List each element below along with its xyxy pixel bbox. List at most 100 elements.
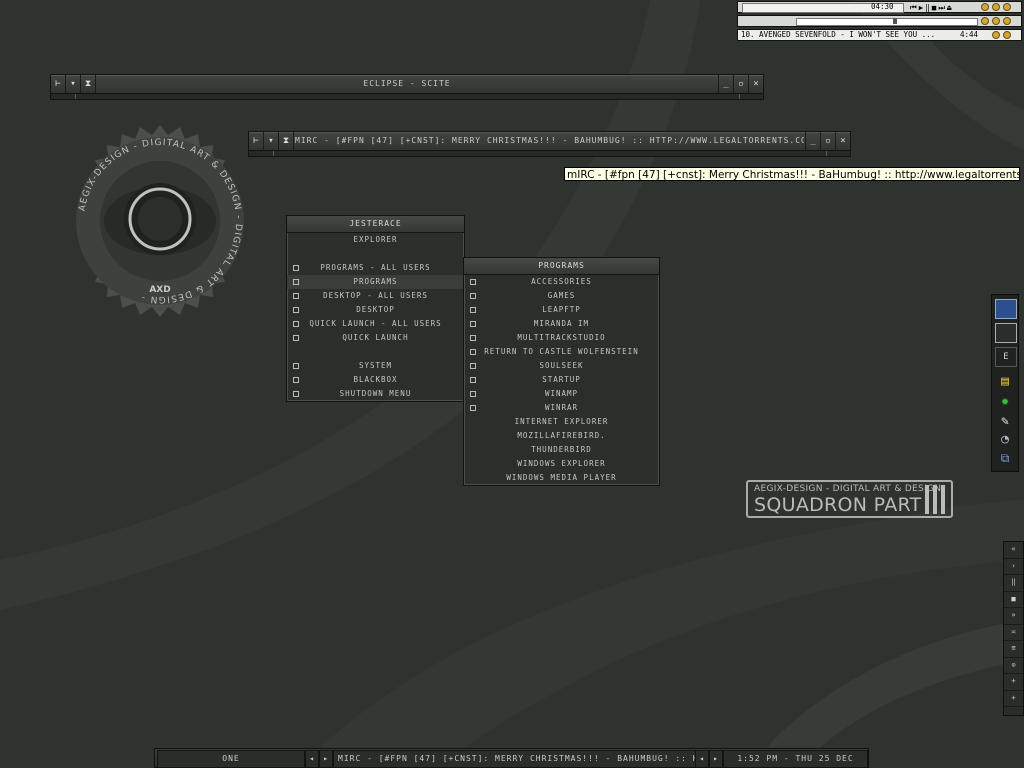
winamp-btn-5[interactable]: [992, 17, 1000, 25]
menu-item-label: ACCESSORIES: [531, 277, 592, 286]
workspace-label[interactable]: ONE: [157, 750, 305, 768]
programs-submenu-title[interactable]: PROGRAMS: [464, 258, 659, 275]
menu-item[interactable]: QUICK LAUNCH: [287, 331, 464, 345]
menu-item[interactable]: SHUTDOWN MENU: [287, 387, 464, 401]
next-icon[interactable]: ⏭: [938, 3, 945, 13]
satellite-icon[interactable]: ◔: [995, 431, 1015, 449]
winamp-time: 04:30: [871, 2, 894, 11]
menu-item[interactable]: SYSTEM: [287, 359, 464, 373]
winamp-btn-1[interactable]: [981, 3, 989, 11]
menu-item[interactable]: WINRAR: [464, 401, 659, 415]
winamp-btn-2[interactable]: [992, 3, 1000, 11]
menu-item[interactable]: THUNDERBIRD: [464, 443, 659, 457]
menu-item[interactable]: SOULSEEK: [464, 359, 659, 373]
shade-icon[interactable]: ⧗: [279, 132, 294, 150]
winamp-btn-4[interactable]: [981, 17, 989, 25]
next-task-icon[interactable]: ▸: [709, 750, 723, 768]
chevron-down-icon[interactable]: ▾: [66, 75, 81, 93]
menu-item[interactable]: MULTITRACKSTUDIO: [464, 331, 659, 345]
seek-bar[interactable]: [796, 18, 978, 26]
window-icon[interactable]: [995, 323, 1017, 343]
close-icon[interactable]: ×: [835, 132, 850, 150]
media-control-button[interactable]: ≡: [1004, 641, 1023, 658]
menu-item[interactable]: WINDOWS EXPLORER: [464, 457, 659, 471]
menu-item[interactable]: GAMES: [464, 289, 659, 303]
menu-item[interactable]: RETURN TO CASTLE WOLFENSTEIN: [464, 345, 659, 359]
menu-item[interactable]: LEAPFTP: [464, 303, 659, 317]
media-control-button[interactable]: ■: [1004, 592, 1023, 608]
menu-item[interactable]: EXPLORER: [287, 233, 464, 247]
minimize-icon[interactable]: _: [805, 132, 820, 150]
media-control-button[interactable]: ⊙: [1004, 658, 1023, 674]
media-control-button[interactable]: »: [1004, 608, 1023, 625]
system-tray-dock: E ▤ ✹ ✎ ◔ ⧉: [991, 294, 1019, 472]
pin-icon[interactable]: ⊢: [51, 75, 66, 93]
close-icon[interactable]: ×: [748, 75, 763, 93]
pen-icon[interactable]: ✎: [995, 413, 1015, 431]
media-control-button[interactable]: ≍: [1004, 625, 1023, 641]
e-icon[interactable]: E: [995, 347, 1017, 367]
winamp-btn-3[interactable]: [1003, 3, 1011, 11]
computer-icon[interactable]: [995, 299, 1017, 319]
minimize-icon[interactable]: _: [718, 75, 733, 93]
media-control-button[interactable]: ›: [1004, 559, 1023, 575]
submenu-square-icon: [470, 377, 476, 383]
chevron-down-icon[interactable]: ▾: [264, 132, 279, 150]
media-control-button[interactable]: «: [1004, 542, 1023, 559]
mirc-window-titlebar[interactable]: MIRC - [#FPN [47] [+CNST]: MERRY CHRISTM…: [248, 131, 851, 151]
root-menu-items: EXPLORER PROGRAMS - ALL USERS PROGRAMS DESK…: [287, 233, 464, 401]
shade-icon[interactable]: ⧗: [81, 75, 96, 93]
menu-item-label: SYSTEM: [358, 361, 393, 370]
winamp-btn-8[interactable]: [1003, 31, 1011, 39]
maximize-icon[interactable]: ▫: [733, 75, 748, 93]
axd-logo: AEGIX-DESIGN - DIGITAL ART & DESIGN - DI…: [62, 123, 258, 319]
menu-item[interactable]: WINAMP: [464, 387, 659, 401]
eclipse-window-handle[interactable]: [50, 93, 764, 100]
prev-workspace-icon[interactable]: ◂: [305, 750, 319, 768]
svg-text:AEGIX-DESIGN - DIGITAL ART & D: AEGIX-DESIGN - DIGITAL ART & DESIGN - DI…: [78, 138, 243, 304]
prev-icon[interactable]: ⏮: [910, 3, 917, 13]
menu-item[interactable]: MIRANDA IM: [464, 317, 659, 331]
network-icon[interactable]: ⧉: [995, 449, 1015, 467]
menu-item[interactable]: QUICK LAUNCH - ALL USERS: [287, 317, 464, 331]
next-workspace-icon[interactable]: ▸: [319, 750, 333, 768]
pause-icon[interactable]: ‖: [925, 3, 930, 13]
root-menu-title[interactable]: JESTERACE: [287, 216, 464, 233]
menu-item[interactable]: DESKTOP - ALL USERS: [287, 289, 464, 303]
winamp-btn-7[interactable]: [992, 31, 1000, 39]
menu-item-label: PROGRAMS - ALL USERS: [320, 263, 431, 272]
maximize-icon[interactable]: ▫: [820, 132, 835, 150]
gear-icon[interactable]: ✹: [995, 393, 1015, 411]
root-menu: JESTERACE EXPLORER PROGRAMS - ALL USERS PR…: [286, 215, 465, 402]
prev-task-icon[interactable]: ◂: [695, 750, 709, 768]
menu-item[interactable]: BLACKBOX: [287, 373, 464, 387]
menu-item-label: QUICK LAUNCH - ALL USERS: [309, 319, 442, 328]
stop-icon[interactable]: ■: [932, 3, 937, 13]
menu-item-label: WINDOWS MEDIA PLAYER: [506, 473, 617, 482]
menu-item[interactable]: MOZILLAFIREBIRD.: [464, 429, 659, 443]
menu-item[interactable]: WINDOWS MEDIA PLAYER: [464, 471, 659, 485]
winamp-btn-6[interactable]: [1003, 17, 1011, 25]
eclipse-window-titlebar[interactable]: ECLIPSE - SCITE ⊢ ▾ ⧗ _ ▫ ×: [50, 74, 764, 94]
menu-item-label: QUICK LAUNCH: [342, 333, 409, 342]
menu-item[interactable]: PROGRAMS: [287, 275, 464, 289]
mirc-window-handle[interactable]: [248, 150, 851, 157]
eject-icon[interactable]: ⏏: [947, 3, 952, 13]
menu-item[interactable]: PROGRAMS - ALL USERS: [287, 261, 464, 275]
media-control-strip: «› ‖ ■» ≍ ≡ ⊙ + +: [1003, 541, 1024, 716]
folder-icon[interactable]: ▤: [995, 373, 1015, 391]
media-control-button[interactable]: ‖: [1004, 575, 1023, 592]
seek-thumb[interactable]: [893, 18, 897, 24]
menu-item-label: PROGRAMS: [353, 277, 398, 286]
menu-item[interactable]: DESKTOP: [287, 303, 464, 317]
menu-item[interactable]: STARTUP: [464, 373, 659, 387]
menu-item[interactable]: ACCESSORIES: [464, 275, 659, 289]
menu-item[interactable]: INTERNET EXPLORER: [464, 415, 659, 429]
media-control-button[interactable]: +: [1004, 674, 1023, 691]
task-button[interactable]: MIRC - [#FPN [47] [+CNST]: MERRY CHRISTM…: [333, 750, 697, 768]
submenu-square-icon: [470, 335, 476, 341]
submenu-square-icon: [470, 349, 476, 355]
media-control-button[interactable]: +: [1004, 691, 1023, 707]
submenu-square-icon: [293, 265, 299, 271]
play-icon[interactable]: ▶: [919, 3, 924, 13]
